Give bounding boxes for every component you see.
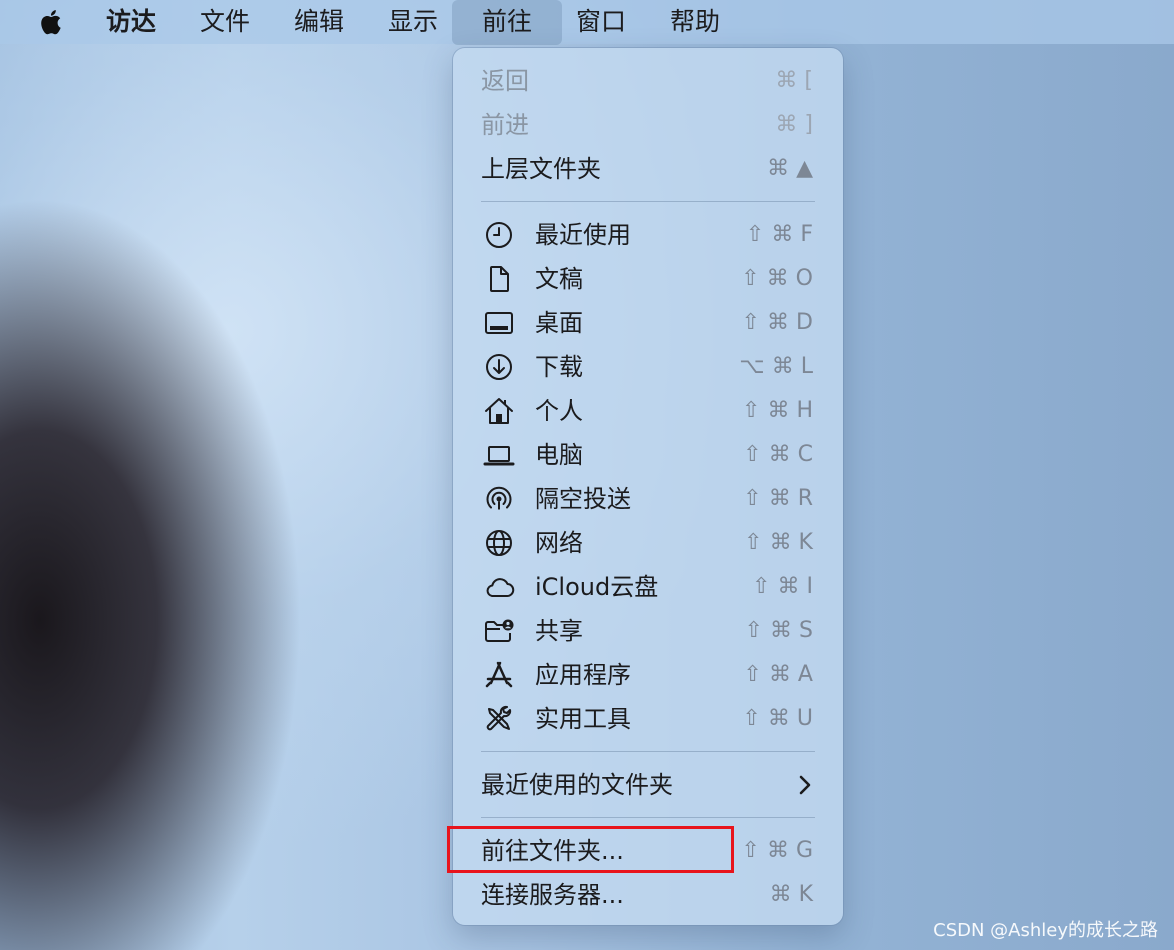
menu-item-label: 上层文件夹 <box>481 155 601 183</box>
menu-help[interactable]: 帮助 <box>664 0 726 44</box>
menu-finder[interactable]: 访达 <box>100 0 162 44</box>
menu-item-label: 网络 <box>535 529 583 557</box>
desktop-icon <box>483 307 515 339</box>
annotation-highlight-box <box>447 826 734 873</box>
menu-item-label: 最近使用的文件夹 <box>481 771 673 799</box>
menu-item-shortcut: ⇧ ⌘ G <box>741 838 813 863</box>
menu-item-label: iCloud云盘 <box>535 573 659 601</box>
menu-item-airdrop[interactable]: 隔空投送 ⇧ ⌘ R <box>453 477 843 521</box>
menu-go[interactable]: 前往 <box>452 0 562 45</box>
menu-bar: 访达 文件 编辑 显示 前往 窗口 帮助 <box>0 0 1174 45</box>
menu-separator <box>481 751 815 752</box>
menu-item-back[interactable]: 返回 ⌘ [ <box>453 59 843 103</box>
menu-item-computer[interactable]: 电脑 ⇧ ⌘ C <box>453 433 843 477</box>
menu-item-shortcut: ⇧ ⌘ I <box>752 574 813 599</box>
menu-item-shortcut: ⇧ ⌘ U <box>742 706 813 731</box>
menu-file[interactable]: 文件 <box>194 0 256 44</box>
menu-item-shortcut: ⌥ ⌘ L <box>739 354 813 379</box>
menu-item-shortcut: ⇧ ⌘ K <box>744 530 813 555</box>
menu-item-label: 隔空投送 <box>535 485 631 513</box>
menu-item-home[interactable]: 个人 ⇧ ⌘ H <box>453 389 843 433</box>
menu-item-downloads[interactable]: 下载 ⌥ ⌘ L <box>453 345 843 389</box>
laptop-icon <box>483 439 515 471</box>
apple-logo-icon[interactable] <box>36 6 68 38</box>
menu-item-label: 实用工具 <box>535 705 631 733</box>
menu-edit[interactable]: 编辑 <box>288 0 350 44</box>
menu-item-recent-folders[interactable]: 最近使用的文件夹 <box>453 763 843 807</box>
menu-item-shortcut: ⇧ ⌘ C <box>743 442 813 467</box>
menu-item-label: 前进 <box>481 111 529 139</box>
menu-item-shortcut: ⇧ ⌘ S <box>744 618 813 643</box>
airdrop-icon <box>483 483 515 515</box>
menu-item-icloud-drive[interactable]: iCloud云盘 ⇧ ⌘ I <box>453 565 843 609</box>
home-icon <box>483 395 515 427</box>
menu-separator <box>481 201 815 202</box>
menu-item-documents[interactable]: 文稿 ⇧ ⌘ O <box>453 257 843 301</box>
globe-icon <box>483 527 515 559</box>
menu-item-label: 下载 <box>535 353 583 381</box>
menu-item-shortcut: ⇧ ⌘ H <box>742 398 813 423</box>
menu-item-desktop[interactable]: 桌面 ⇧ ⌘ D <box>453 301 843 345</box>
menu-item-shortcut: ⇧ ⌘ D <box>741 310 813 335</box>
chevron-right-icon <box>797 773 813 797</box>
menu-item-shortcut: ⇧ ⌘ O <box>741 266 813 291</box>
download-icon <box>483 351 515 383</box>
clock-icon <box>483 219 515 251</box>
menu-item-utilities[interactable]: 实用工具 ⇧ ⌘ U <box>453 697 843 741</box>
shared-folder-icon <box>483 615 515 647</box>
menu-item-shortcut: ⌘ ] <box>775 112 813 137</box>
menu-window[interactable]: 窗口 <box>570 0 632 44</box>
menu-item-label: 文稿 <box>535 265 583 293</box>
cloud-icon <box>483 571 515 603</box>
app-store-icon <box>483 659 515 691</box>
watermark-text: CSDN @Ashley的成长之路 <box>933 920 1158 941</box>
menu-item-applications[interactable]: 应用程序 ⇧ ⌘ A <box>453 653 843 697</box>
menu-item-label: 返回 <box>481 67 529 95</box>
menu-item-label: 连接服务器... <box>481 881 624 909</box>
menu-item-enclosing-folder[interactable]: 上层文件夹 ⌘ ▲ <box>453 147 843 191</box>
menu-item-shortcut: ⇧ ⌘ F <box>745 222 813 247</box>
menu-item-network[interactable]: 网络 ⇧ ⌘ K <box>453 521 843 565</box>
menu-separator <box>481 817 815 818</box>
menu-item-shortcut: ⌘ [ <box>775 68 813 93</box>
menu-item-label: 个人 <box>535 397 583 425</box>
menu-item-shortcut: ⇧ ⌘ A <box>743 662 813 687</box>
menu-item-label: 电脑 <box>535 441 583 469</box>
menu-item-shortcut: ⌘ K <box>769 882 813 907</box>
document-icon <box>483 263 515 295</box>
menu-item-shortcut: ⇧ ⌘ R <box>743 486 813 511</box>
tools-icon <box>483 703 515 735</box>
menu-item-label: 桌面 <box>535 309 583 337</box>
menu-item-label: 最近使用 <box>535 221 631 249</box>
go-menu-dropdown: 返回 ⌘ [ 前进 ⌘ ] 上层文件夹 ⌘ ▲ 最近使用 ⇧ ⌘ F 文稿 ⇧ … <box>453 48 843 925</box>
menu-item-shared[interactable]: 共享 ⇧ ⌘ S <box>453 609 843 653</box>
menu-item-recents[interactable]: 最近使用 ⇧ ⌘ F <box>453 213 843 257</box>
menu-item-connect-to-server[interactable]: 连接服务器... ⌘ K <box>453 873 843 917</box>
menu-view[interactable]: 显示 <box>382 0 444 44</box>
menu-item-label: 共享 <box>535 617 583 645</box>
menu-item-shortcut: ⌘ ▲ <box>767 156 813 181</box>
menu-item-label: 应用程序 <box>535 661 631 689</box>
menu-item-forward[interactable]: 前进 ⌘ ] <box>453 103 843 147</box>
